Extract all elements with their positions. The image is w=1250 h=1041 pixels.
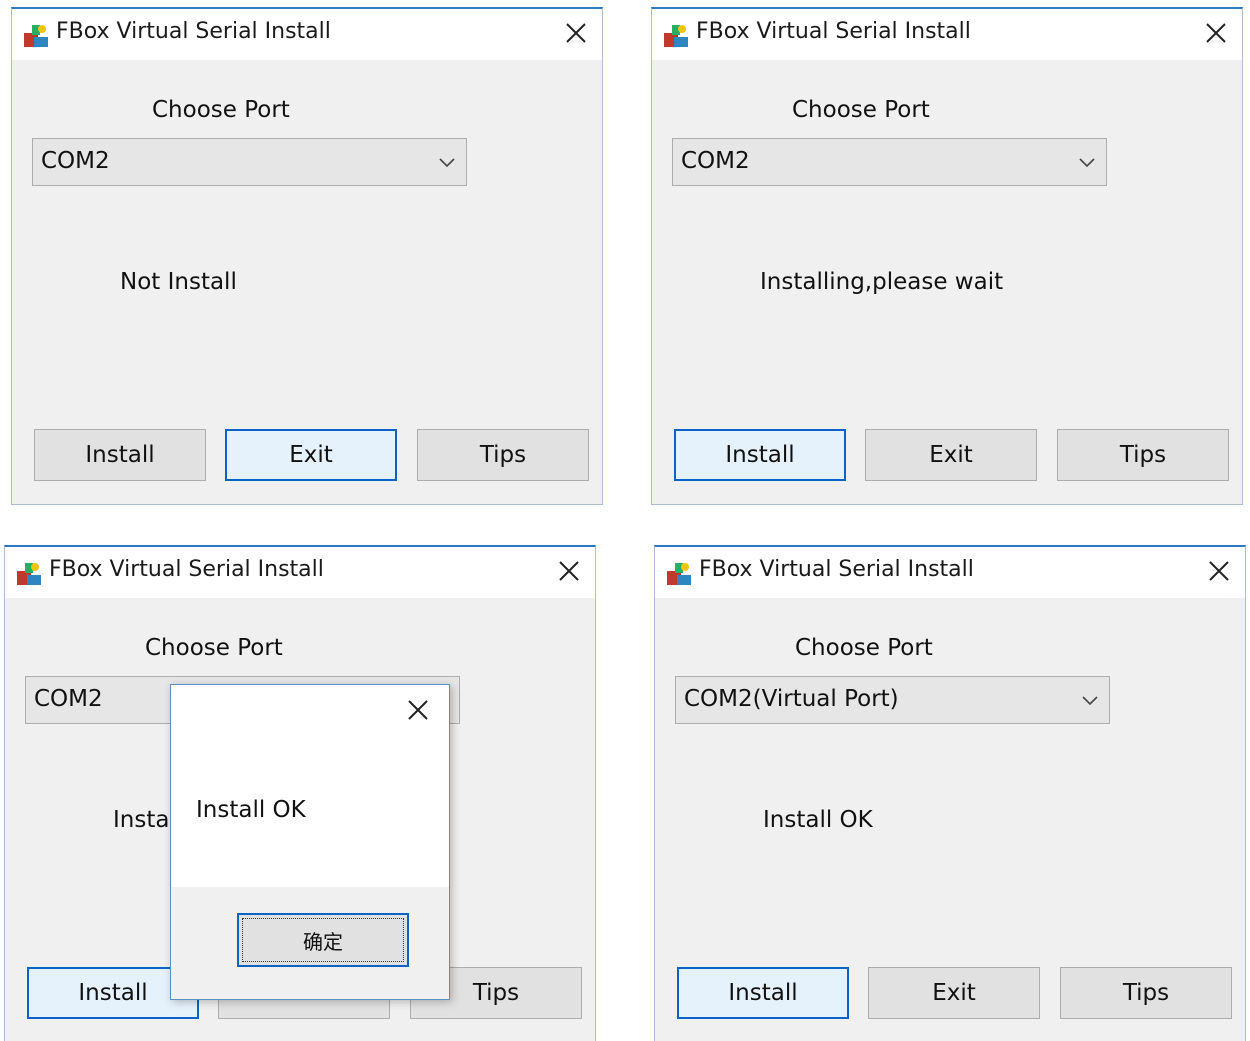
- exit-button[interactable]: Exit: [225, 429, 397, 481]
- focus-ring: [242, 918, 404, 962]
- ok-button[interactable]: 确定: [237, 913, 409, 967]
- exit-button[interactable]: Exit: [868, 967, 1040, 1019]
- chevron-down-icon: [439, 158, 455, 168]
- close-icon[interactable]: [401, 693, 435, 727]
- port-select[interactable]: COM2: [672, 138, 1107, 186]
- dialog-footer: 确定: [171, 887, 449, 999]
- install-window-4: FBox Virtual Serial Install Choose Port …: [654, 545, 1246, 1041]
- window-titlebar: FBox Virtual Serial Install: [12, 9, 602, 60]
- install-button[interactable]: Install: [34, 429, 206, 481]
- choose-port-label: Choose Port: [145, 635, 283, 661]
- close-icon[interactable]: [556, 13, 596, 53]
- choose-port-label: Choose Port: [795, 635, 933, 661]
- tips-button[interactable]: Tips: [1060, 967, 1232, 1019]
- window-titlebar: FBox Virtual Serial Install: [655, 547, 1245, 598]
- choose-port-label: Choose Port: [152, 97, 290, 123]
- exit-button[interactable]: Exit: [865, 429, 1037, 481]
- tips-button[interactable]: Tips: [417, 429, 589, 481]
- installer-app-icon: [667, 563, 691, 585]
- window-title: FBox Virtual Serial Install: [49, 557, 324, 582]
- window-title: FBox Virtual Serial Install: [699, 557, 974, 582]
- close-icon[interactable]: [549, 551, 589, 591]
- port-select-value: COM2: [681, 148, 750, 174]
- install-status-text: Not Install: [120, 269, 237, 295]
- window-title: FBox Virtual Serial Install: [696, 19, 971, 44]
- dialog-message: Install OK: [196, 797, 306, 823]
- port-select-value: COM2: [34, 686, 103, 712]
- window-titlebar: FBox Virtual Serial Install: [5, 547, 595, 598]
- installer-app-icon: [664, 25, 688, 47]
- installer-app-icon: [24, 25, 48, 47]
- install-status-text: Install OK: [763, 807, 873, 833]
- install-status-text: Installing,please wait: [760, 269, 1004, 295]
- port-select[interactable]: COM2(Virtual Port): [675, 676, 1110, 724]
- close-icon[interactable]: [1196, 13, 1236, 53]
- close-icon[interactable]: [1199, 551, 1239, 591]
- port-select-value: COM2: [41, 148, 110, 174]
- screenshot-canvas: FBox Virtual Serial Install Choose Port …: [0, 0, 1250, 1041]
- install-window-1: FBox Virtual Serial Install Choose Port …: [11, 7, 603, 505]
- install-button[interactable]: Install: [677, 967, 849, 1019]
- port-select-value: COM2(Virtual Port): [684, 686, 899, 712]
- install-window-2: FBox Virtual Serial Install Choose Port …: [651, 7, 1243, 505]
- chevron-down-icon: [1079, 158, 1095, 168]
- installer-app-icon: [17, 563, 41, 585]
- install-ok-dialog: Install OK 确定: [170, 684, 450, 1000]
- window-titlebar: FBox Virtual Serial Install: [652, 9, 1242, 60]
- port-select[interactable]: COM2: [32, 138, 467, 186]
- window-title: FBox Virtual Serial Install: [56, 19, 331, 44]
- choose-port-label: Choose Port: [792, 97, 930, 123]
- chevron-down-icon: [1082, 696, 1098, 706]
- tips-button[interactable]: Tips: [1057, 429, 1229, 481]
- install-button[interactable]: Install: [674, 429, 846, 481]
